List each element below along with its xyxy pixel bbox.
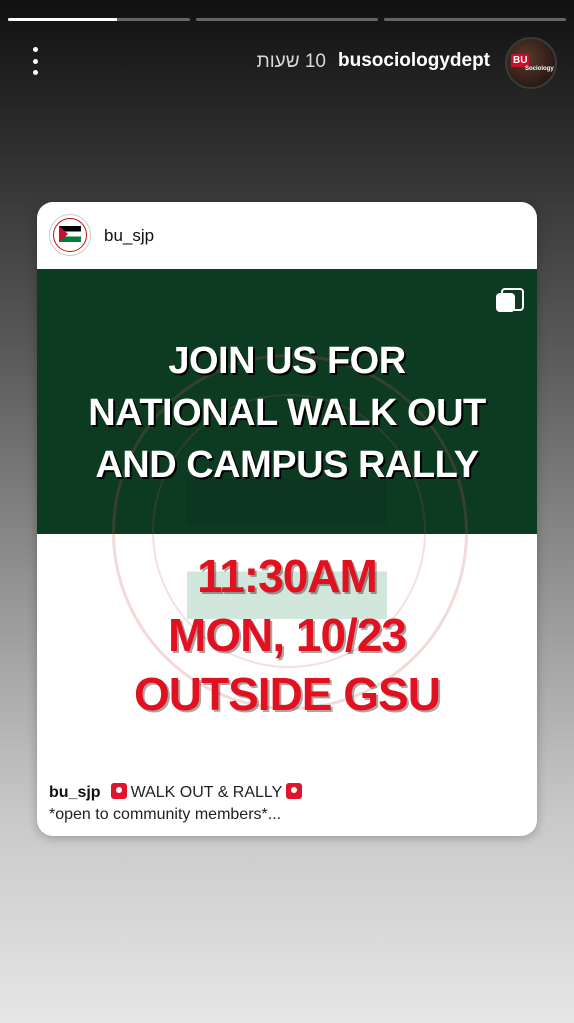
post-caption: bu_sjp WALK OUT & RALLY *open to communit… — [49, 782, 525, 826]
post-header: bu_sjp — [37, 202, 537, 269]
post-time: 10 שעות — [256, 51, 326, 72]
story-header: 10 שעות busociologydept BU Sociology — [0, 37, 574, 89]
shared-post-card[interactable]: bu_sjp JOIN US FOR NATIONAL WALK OUT AND… — [37, 202, 537, 836]
siren-icon — [110, 783, 127, 799]
story-username[interactable]: busociologydept — [338, 50, 490, 72]
headline-line-2: NATIONAL WALK OUT — [88, 392, 486, 434]
caption-username[interactable]: bu_sjp — [49, 784, 101, 801]
post-headline: JOIN US FOR NATIONAL WALK OUT AND CAMPUS… — [57, 335, 517, 491]
post-author-avatar[interactable] — [49, 214, 91, 256]
headline-line-1: JOIN US FOR — [168, 340, 406, 382]
event-time: 11:30AM — [197, 550, 378, 602]
story-progress-bar — [8, 18, 566, 22]
caption-text-1: WALK OUT & RALLY — [130, 784, 283, 801]
siren-icon — [286, 783, 303, 799]
story-progress-segment-3 — [384, 18, 566, 21]
headline-line-3: AND CAMPUS RALLY — [95, 444, 479, 486]
profile-avatar[interactable]: BU Sociology — [505, 37, 557, 89]
story-progress-segment-1 — [8, 18, 190, 21]
more-vertical-icon[interactable] — [27, 47, 43, 75]
caption-text-2: *open to community members*... — [49, 806, 282, 823]
event-date: MON, 10/23 — [168, 609, 407, 661]
post-image: JOIN US FOR NATIONAL WALK OUT AND CAMPUS… — [37, 269, 537, 771]
event-location: OUTSIDE GSU — [134, 668, 441, 720]
story-progress-segment-2 — [196, 18, 378, 21]
avatar-subtext: Sociology — [525, 66, 554, 72]
multiple-posts-icon[interactable] — [496, 288, 524, 312]
post-author-username[interactable]: bu_sjp — [104, 226, 154, 246]
post-event-details: 11:30AM MON, 10/23 OUTSIDE GSU — [57, 547, 517, 724]
